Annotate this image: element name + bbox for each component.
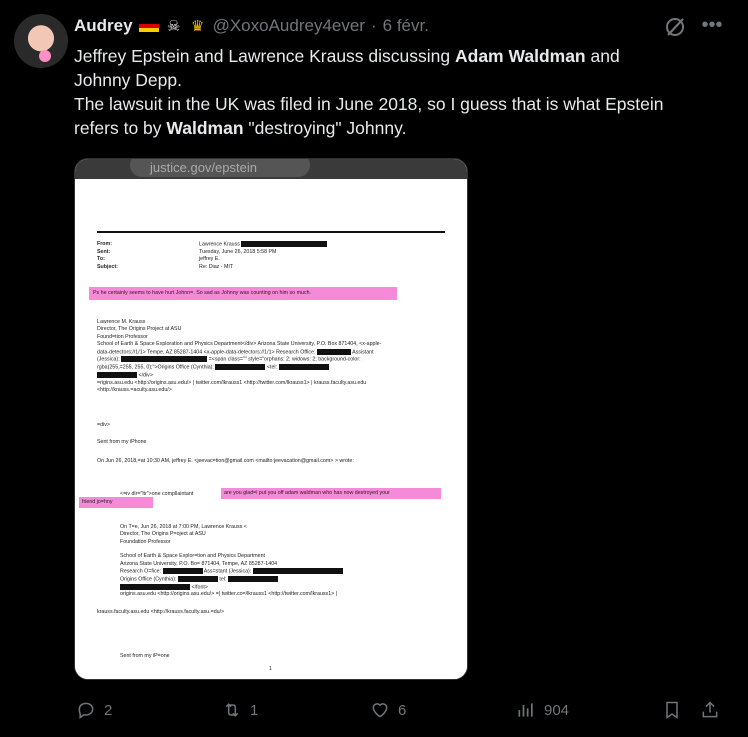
email-document: From: Lawrence Krauss Sent: Tuesday, Jun…: [75, 179, 467, 679]
subject-label: Subject:: [97, 263, 118, 270]
highlighted-reply: are you glad=i put you off adam waldman …: [221, 488, 441, 500]
author-handle[interactable]: @XoxoAudrey4ever: [213, 16, 365, 36]
sent-from: Sent from my iPhone: [97, 439, 147, 445]
author-name[interactable]: Audrey: [74, 16, 133, 36]
share-icon: [702, 701, 718, 718]
subject-value: Re: Diaz - MIT: [199, 263, 234, 270]
bookmark-icon: [666, 701, 678, 719]
sent-label: Sent:: [97, 248, 111, 255]
grok-icon[interactable]: [664, 16, 686, 38]
repost-count: 1: [250, 701, 259, 719]
share-button[interactable]: [700, 699, 720, 721]
repost-button[interactable]: 1: [222, 699, 258, 721]
quoted-link: krauss.faculty.asu.edu <http://krauss.fa…: [97, 609, 225, 615]
like-button[interactable]: 6: [370, 699, 406, 721]
highlighted-reply-2: friend jo=hny: [79, 497, 153, 509]
like-count: 6: [398, 701, 407, 719]
tweet-text: Jeffrey Epstein and Lawrence Krauss disc…: [74, 46, 664, 138]
page-number: 1: [269, 666, 272, 672]
sent-value: Tuesday, June 26, 2018 5:58 PM: [199, 248, 277, 255]
repost-icon: [225, 703, 239, 717]
highlighted-message: Ps he certainly seems to have hurt Johnn…: [89, 287, 397, 301]
reply-header: On Jun 26, 2018,=at 10:30 AM, jeffrey E.…: [97, 458, 354, 464]
reply-icon: [78, 702, 94, 719]
reply-count: 2: [104, 701, 113, 719]
tweet-date[interactable]: 6 févr.: [383, 16, 429, 36]
avatar[interactable]: [14, 14, 68, 68]
tweet-image[interactable]: justice.gov/epstein From: Lawrence Kraus…: [74, 158, 468, 680]
quoted-signature: On T=e, Jun 26, 2018 at 7:00 PM, Lawrenc…: [120, 524, 450, 599]
sent-from-2: Sent from my iP=one: [120, 653, 170, 659]
url-bar: justice.gov/epstein: [130, 159, 310, 177]
bookmark-button[interactable]: [662, 699, 682, 721]
reply-button[interactable]: 2: [76, 699, 112, 721]
browser-bar: justice.gov/epstein: [75, 159, 467, 179]
views-count: 904: [544, 701, 570, 719]
bubble-gum-icon: [39, 50, 51, 62]
crown-icon: ♛: [190, 18, 205, 35]
german-flag-icon: [138, 19, 159, 33]
more-options-icon[interactable]: •••: [700, 15, 724, 38]
tweet: Audrey ☠ ♛ @XoxoAudrey4ever · 6 févr. ••…: [0, 0, 748, 737]
pirate-flag-icon: ☠: [166, 18, 181, 35]
divider: [97, 231, 445, 233]
to-label: To:: [97, 256, 105, 262]
div-close: =div>: [97, 422, 110, 428]
tweet-header: Audrey ☠ ♛ @XoxoAudrey4ever · 6 févr.: [74, 14, 429, 38]
views-button[interactable]: 904: [516, 699, 569, 721]
to-value: jeffrey E.: [199, 256, 220, 262]
heart-icon: [372, 703, 388, 718]
views-chart-icon: [518, 703, 533, 717]
signature: Lawrence M. Krauss Director, The Origins…: [97, 319, 382, 394]
from-label: From:: [97, 241, 113, 247]
separator-dot: ·: [370, 16, 377, 35]
